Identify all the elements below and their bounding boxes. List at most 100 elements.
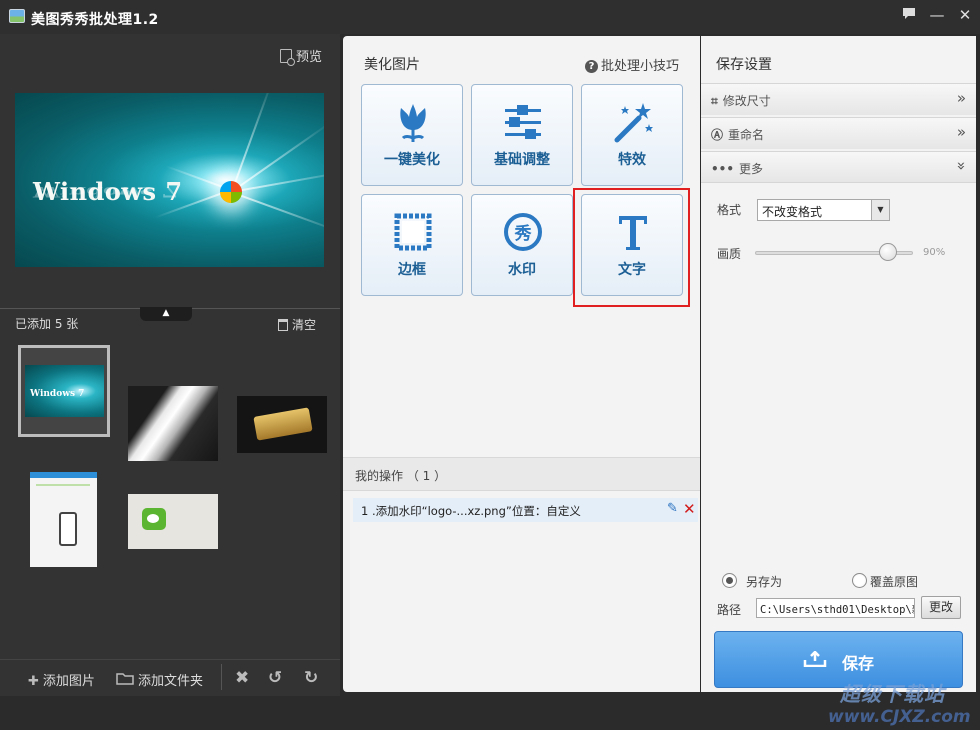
save-as-radio[interactable] <box>722 573 737 588</box>
minimize-button[interactable]: — <box>924 4 950 26</box>
close-button[interactable]: ✕ <box>952 4 978 26</box>
image-list-panel: 预览 Windows 7 Windows 7 ▲ 已添加 5 张 清空 Wind… <box>0 34 340 696</box>
add-folder-button[interactable]: 添加文件夹 <box>116 670 203 689</box>
ops-header-label: 我的操作 （ 1 ） <box>355 469 447 483</box>
save-icon <box>803 651 827 667</box>
tool-label: 基础调整 <box>494 152 550 168</box>
chevron-down-icon: ▼ <box>871 200 889 220</box>
add-folder-label: 添加文件夹 <box>138 674 204 689</box>
window-title: 美图秀秀批处理1.2 <box>31 12 159 28</box>
tool-basic-adjust[interactable]: 基础调整 <box>471 84 573 186</box>
preview-caption-reflection: Windows 7 <box>33 183 179 201</box>
title-bar: 美图秀秀批处理1.2 — ✕ <box>0 0 980 34</box>
phone-outline <box>59 512 77 546</box>
format-select[interactable]: 不改变格式 ▼ <box>757 199 890 221</box>
section-more[interactable]: ••• 更多 » <box>701 151 976 183</box>
usb-drive-image <box>253 407 313 441</box>
trash-icon <box>278 319 288 331</box>
plus-icon: ✚ <box>28 674 39 689</box>
change-path-button[interactable]: 更改 <box>921 596 961 619</box>
toolbar-separator <box>221 664 222 690</box>
clear-button[interactable]: 清空 <box>278 316 316 333</box>
thumbnail-webpage[interactable] <box>30 472 97 567</box>
quality-value: 90% <box>923 247 946 258</box>
thumbnail-caption: Windows 7 <box>30 389 85 399</box>
more-dots-icon: ••• <box>711 162 735 176</box>
windows-logo-icon <box>220 181 242 203</box>
path-input[interactable]: C:\Users\sthd01\Desktop\新 <box>756 598 915 618</box>
preview-button[interactable]: 预览 <box>280 46 323 66</box>
quality-slider-handle[interactable] <box>879 243 897 261</box>
overwrite-radio[interactable] <box>852 573 867 588</box>
ops-header: 我的操作 （ 1 ） <box>343 457 700 491</box>
clear-label: 清空 <box>292 318 317 332</box>
save-settings-panel: 保存设置 ⌗ 修改尺寸 » Ⓐ 重命名 » ••• 更多 » 格式 不改变格式 ▼ 画… <box>701 36 976 692</box>
beautify-title: 美化图片 <box>364 57 420 73</box>
highlight-frame <box>573 188 690 307</box>
quality-label: 画质 <box>717 247 742 261</box>
collapse-preview-button[interactable]: ▲ <box>140 307 192 321</box>
tool-watermark[interactable]: 秀 水印 <box>471 194 573 296</box>
preview-label: 预览 <box>296 50 323 65</box>
path-value: C:\Users\sthd01\Desktop\新 <box>760 604 915 616</box>
undo-icon[interactable]: ↺ <box>268 668 282 688</box>
save-label: 保存 <box>842 654 875 673</box>
divider <box>0 659 340 660</box>
thumbnail-image: Windows 7 <box>25 365 104 417</box>
ops-list-item[interactable]: 1 .添加水印“logo-...xz.png”位置：自定义 ✎ ✕ <box>353 498 698 522</box>
expand-icon: » <box>956 123 966 141</box>
beautify-panel: 美化图片 ? 批处理小技巧 一键美化 基础调整 特效 边框 秀 水印 文字 我的… <box>343 36 700 692</box>
wechat-icon <box>142 508 166 530</box>
crop-icon: ⌗ <box>711 94 718 108</box>
section-rename[interactable]: Ⓐ 重命名 » <box>701 117 976 149</box>
tulip-icon <box>400 104 426 142</box>
collapse-icon: » <box>952 161 971 171</box>
add-image-button[interactable]: ✚ 添加图片 <box>28 670 95 689</box>
tool-label: 边框 <box>398 262 426 278</box>
help-icon: ? <box>585 60 598 73</box>
watermark-line1: 超级下载站 <box>840 682 945 706</box>
redo-icon[interactable]: ↻ <box>304 668 318 688</box>
page-header-bar <box>30 472 97 478</box>
expand-icon: » <box>956 89 966 107</box>
frame-icon <box>394 213 432 251</box>
sliders-icon <box>505 105 541 139</box>
tool-label: 一键美化 <box>384 152 440 168</box>
delete-icon[interactable]: ✖ <box>235 668 249 688</box>
section-label: 修改尺寸 <box>722 94 771 108</box>
watermark-line2: www.CJXZ.com <box>828 707 971 727</box>
svg-text:秀: 秀 <box>514 224 532 244</box>
overwrite-label: 覆盖原图 <box>870 575 919 589</box>
site-watermark: 超级下载站 www.CJXZ.com <box>828 678 978 728</box>
pencil-icon[interactable]: ✎ <box>667 501 678 516</box>
tool-effects[interactable]: 特效 <box>581 84 683 186</box>
format-label: 格式 <box>717 203 742 217</box>
feedback-button[interactable] <box>896 4 922 26</box>
ops-item-text: 1 .添加水印“logo-...xz.png”位置：自定义 <box>361 504 581 518</box>
watermark-icon: 秀 <box>504 213 542 251</box>
path-label: 路径 <box>717 603 742 617</box>
section-label: 更多 <box>739 162 764 176</box>
delete-op-icon[interactable]: ✕ <box>683 500 696 518</box>
page-line <box>36 484 90 486</box>
section-label: 重命名 <box>728 128 765 142</box>
thumbnail-wechat[interactable] <box>128 494 218 549</box>
add-image-label: 添加图片 <box>42 674 95 689</box>
thumbnail-windows7[interactable]: Windows 7 <box>18 345 110 437</box>
tips-link[interactable]: ? 批处理小技巧 <box>585 55 679 74</box>
save-settings-title: 保存设置 <box>716 57 772 73</box>
thumbnail-phone[interactable] <box>128 386 218 461</box>
magic-wand-icon <box>614 103 653 143</box>
format-value: 不改变格式 <box>762 205 823 219</box>
section-resize[interactable]: ⌗ 修改尺寸 » <box>701 83 976 115</box>
chat-icon <box>903 8 915 19</box>
folder-icon <box>116 672 134 689</box>
tool-one-click-beautify[interactable]: 一键美化 <box>361 84 463 186</box>
thumbnail-usb[interactable] <box>237 396 327 453</box>
save-as-label: 另存为 <box>746 575 783 589</box>
tips-label: 批处理小技巧 <box>601 59 680 74</box>
tool-label: 特效 <box>618 152 646 168</box>
added-count: 已添加 5 张 <box>15 317 79 331</box>
preview-icon <box>280 49 295 66</box>
tool-frame[interactable]: 边框 <box>361 194 463 296</box>
